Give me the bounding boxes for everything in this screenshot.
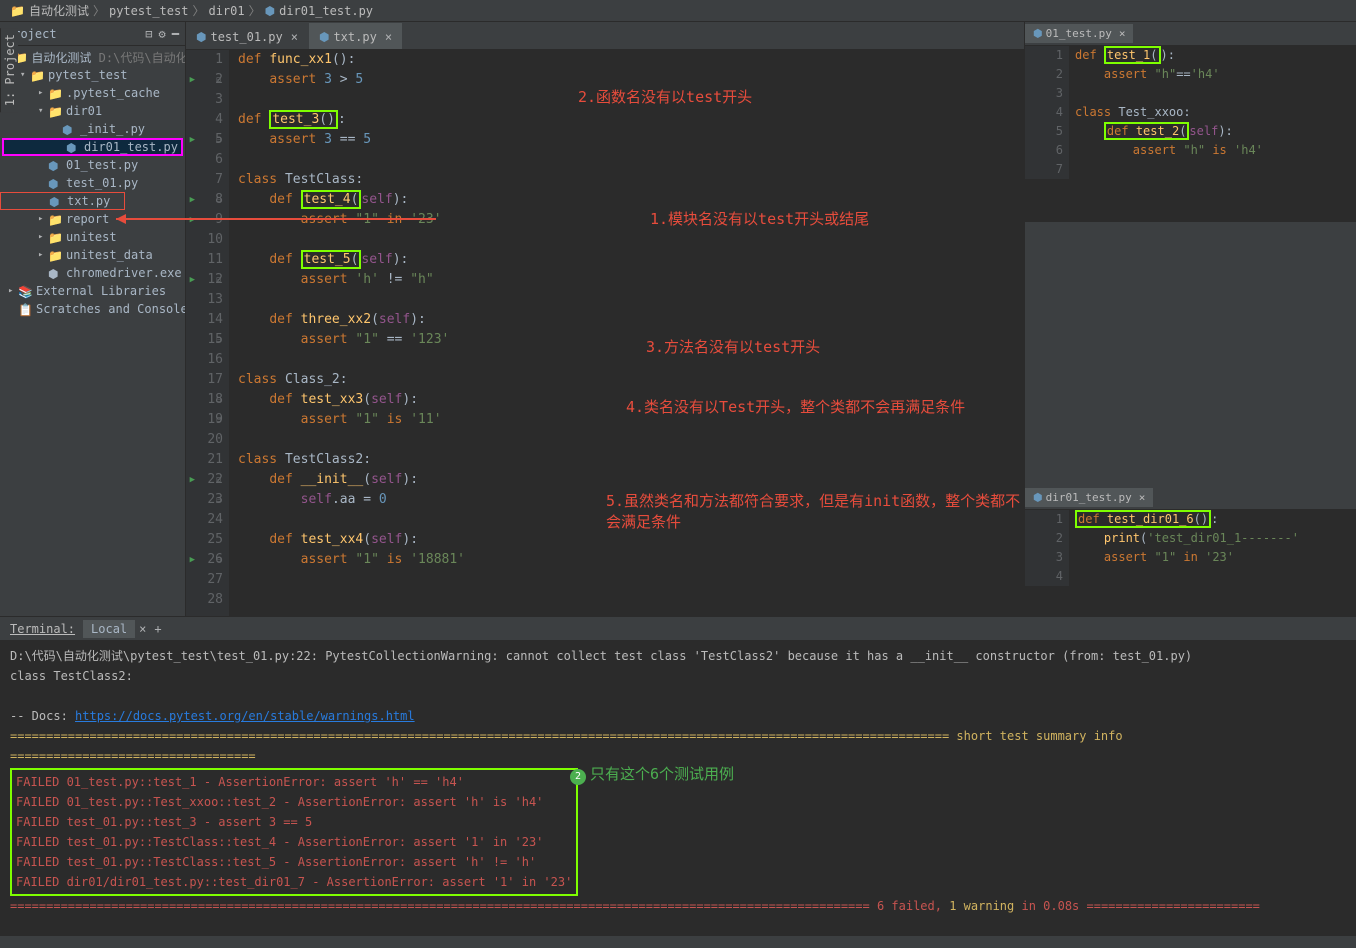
- close-icon[interactable]: ×: [139, 622, 146, 636]
- collapse-icon[interactable]: ⊟: [145, 27, 152, 41]
- editor-tabs: ⬢test_01.py× ⬢txt.py×: [186, 22, 1024, 50]
- right-tab-01test[interactable]: ⬢01_test.py×: [1025, 24, 1133, 43]
- project-tree: ▾📁自动化测试 D:\代码\自动化测 ▾📁pytest_test ▸📁.pyte…: [0, 46, 185, 616]
- tree-pytest[interactable]: ▾📁pytest_test: [0, 66, 185, 84]
- gutter: 12▶⊟34 5▶⊟67 8▶⊟9▶1011 12▶⊟1314 15⊟1617 …: [186, 50, 230, 616]
- close-icon[interactable]: ×: [385, 30, 392, 44]
- tree-dir01[interactable]: ▾📁dir01: [0, 102, 185, 120]
- close-icon[interactable]: ×: [291, 30, 298, 44]
- terminal-header: Terminal: Local × +: [0, 616, 1356, 640]
- tree-scratch[interactable]: 📋Scratches and Consoles: [0, 300, 185, 318]
- tree-cache[interactable]: ▸📁.pytest_cache: [0, 84, 185, 102]
- crumb-2[interactable]: pytest_test: [109, 4, 188, 18]
- tree-chrome[interactable]: ⬢chromedriver.exe: [0, 264, 185, 282]
- tree-root[interactable]: ▾📁自动化测试 D:\代码\自动化测: [0, 48, 185, 66]
- terminal-tab-local[interactable]: Local: [83, 620, 135, 638]
- tab-txt[interactable]: ⬢txt.py×: [309, 23, 402, 49]
- right-editor-1[interactable]: def test_1(): assert "h"=='h4' class Tes…: [1069, 46, 1356, 179]
- annotation-3: 3.方法名没有以test开头: [646, 336, 820, 357]
- crumb-3[interactable]: dir01: [208, 4, 244, 18]
- tree-ext[interactable]: ▸📚External Libraries: [0, 282, 185, 300]
- settings-icon[interactable]: ⚙: [159, 27, 166, 41]
- annotation-1: 1.模块名没有以test开头或结尾: [650, 208, 869, 229]
- close-icon[interactable]: ×: [1139, 491, 1146, 504]
- project-panel: Project ⊟ ⚙ ━ ▾📁自动化测试 D:\代码\自动化测 ▾📁pytes…: [0, 22, 186, 616]
- term-line: D:\代码\自动化测试\pytest_test\test_01.py:22: P…: [10, 646, 1346, 666]
- tree-report[interactable]: ▸📁report: [0, 210, 185, 228]
- term-line: class TestClass2:: [10, 666, 1346, 686]
- tab-test01[interactable]: ⬢test_01.py×: [186, 23, 308, 49]
- tree-udata[interactable]: ▸📁unitest_data: [0, 246, 185, 264]
- failed-block: FAILED 01_test.py::test_1 - AssertionErr…: [10, 768, 578, 896]
- terminal[interactable]: D:\代码\自动化测试\pytest_test\test_01.py:22: P…: [0, 640, 1356, 936]
- breadcrumb: 📁 自动化测试〉 pytest_test〉 dir01〉 ⬢ dir01_tes…: [0, 0, 1356, 22]
- tree-unitest[interactable]: ▸📁unitest: [0, 228, 185, 246]
- term-summary: ========================================…: [10, 896, 1346, 916]
- main-editor[interactable]: 12▶⊟34 5▶⊟67 8▶⊟9▶1011 12▶⊟1314 15⊟1617 …: [186, 50, 1024, 616]
- crumb-4[interactable]: dir01_test.py: [279, 4, 373, 18]
- vside-project[interactable]: 1: Project: [0, 28, 18, 112]
- close-icon[interactable]: ×: [1119, 27, 1126, 40]
- term-sep: ========================================…: [10, 726, 1346, 766]
- right-editor-2[interactable]: def test_dir01_6(): print('test_dir01_1-…: [1069, 510, 1356, 586]
- right-tab-dir01[interactable]: ⬢dir01_test.py×: [1025, 488, 1153, 507]
- new-terminal-icon[interactable]: +: [154, 622, 161, 636]
- tree-txt[interactable]: ⬢txt.py: [0, 192, 125, 210]
- terminal-title: Terminal:: [10, 622, 75, 636]
- right-editors: ⬢01_test.py× 1234567 def test_1(): asser…: [1024, 22, 1356, 616]
- docs-link[interactable]: https://docs.pytest.org/en/stable/warnin…: [75, 709, 415, 723]
- breadcrumb-folder-icon: 📁: [10, 4, 25, 18]
- hide-icon[interactable]: ━: [172, 27, 179, 41]
- python-icon: ⬢: [265, 4, 275, 18]
- annotation-5: 5.虽然类名和方法都符合要求，但是有init函数，整个类都不会满足条件: [606, 490, 1024, 532]
- tree-dir01-test[interactable]: ⬢dir01_test.py: [2, 138, 183, 156]
- tree-01test[interactable]: ⬢01_test.py: [0, 156, 185, 174]
- tree-test01[interactable]: ⬢test_01.py: [0, 174, 185, 192]
- tree-init[interactable]: ⬢_init_.py: [0, 120, 185, 138]
- annotation-2: 2.函数名没有以test开头: [578, 86, 752, 107]
- crumb-1[interactable]: 自动化测试: [29, 2, 89, 19]
- annotation-4: 4.类名没有以Test开头，整个类都不会再满足条件: [626, 396, 965, 417]
- annotation-green-1: 2只有这个6个测试用例: [570, 764, 734, 785]
- project-header[interactable]: Project ⊟ ⚙ ━: [0, 22, 185, 46]
